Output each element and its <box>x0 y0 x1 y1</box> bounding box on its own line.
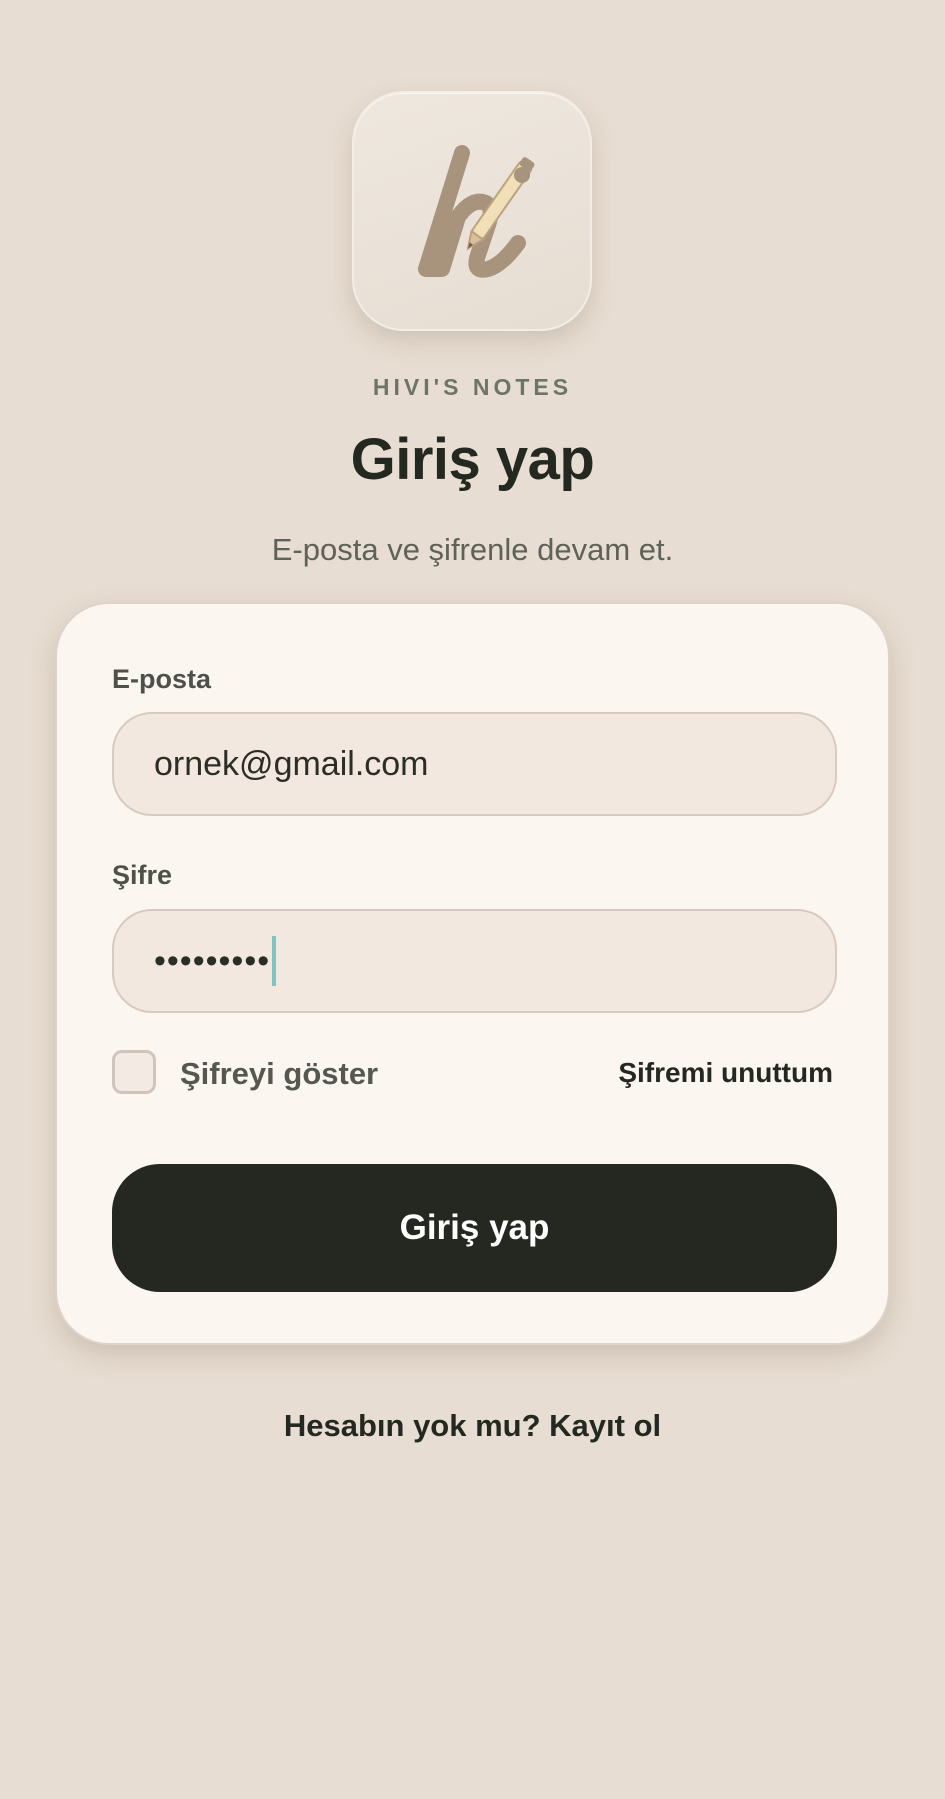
page-title: Giriş yap <box>350 427 595 492</box>
email-label: E-posta <box>112 664 212 694</box>
show-password-checkbox[interactable] <box>112 1050 156 1094</box>
password-masked-value: ••••••••• <box>154 941 271 980</box>
password-label: Şifre <box>112 860 173 890</box>
text-caret <box>272 936 277 986</box>
page-subtitle: E-posta ve şifrenle devam et. <box>271 532 674 567</box>
handwritten-h-pencil-logo-icon <box>418 145 535 278</box>
password-input[interactable]: ••••••••• <box>112 909 837 1013</box>
app-logo <box>352 91 592 331</box>
email-input[interactable] <box>112 712 837 816</box>
signup-link[interactable]: Hesabın yok mu? Kayıt ol <box>0 1408 945 1444</box>
brand-name: HIVI'S NOTES <box>372 374 573 400</box>
show-password-label[interactable]: Şifreyi göster <box>180 1056 378 1092</box>
login-card: E-posta Şifre ••••••••• Şifreyi göster Ş… <box>55 602 890 1345</box>
forgot-password-link[interactable]: Şifremi unuttum <box>618 1057 833 1089</box>
login-button[interactable]: Giriş yap <box>112 1164 837 1292</box>
